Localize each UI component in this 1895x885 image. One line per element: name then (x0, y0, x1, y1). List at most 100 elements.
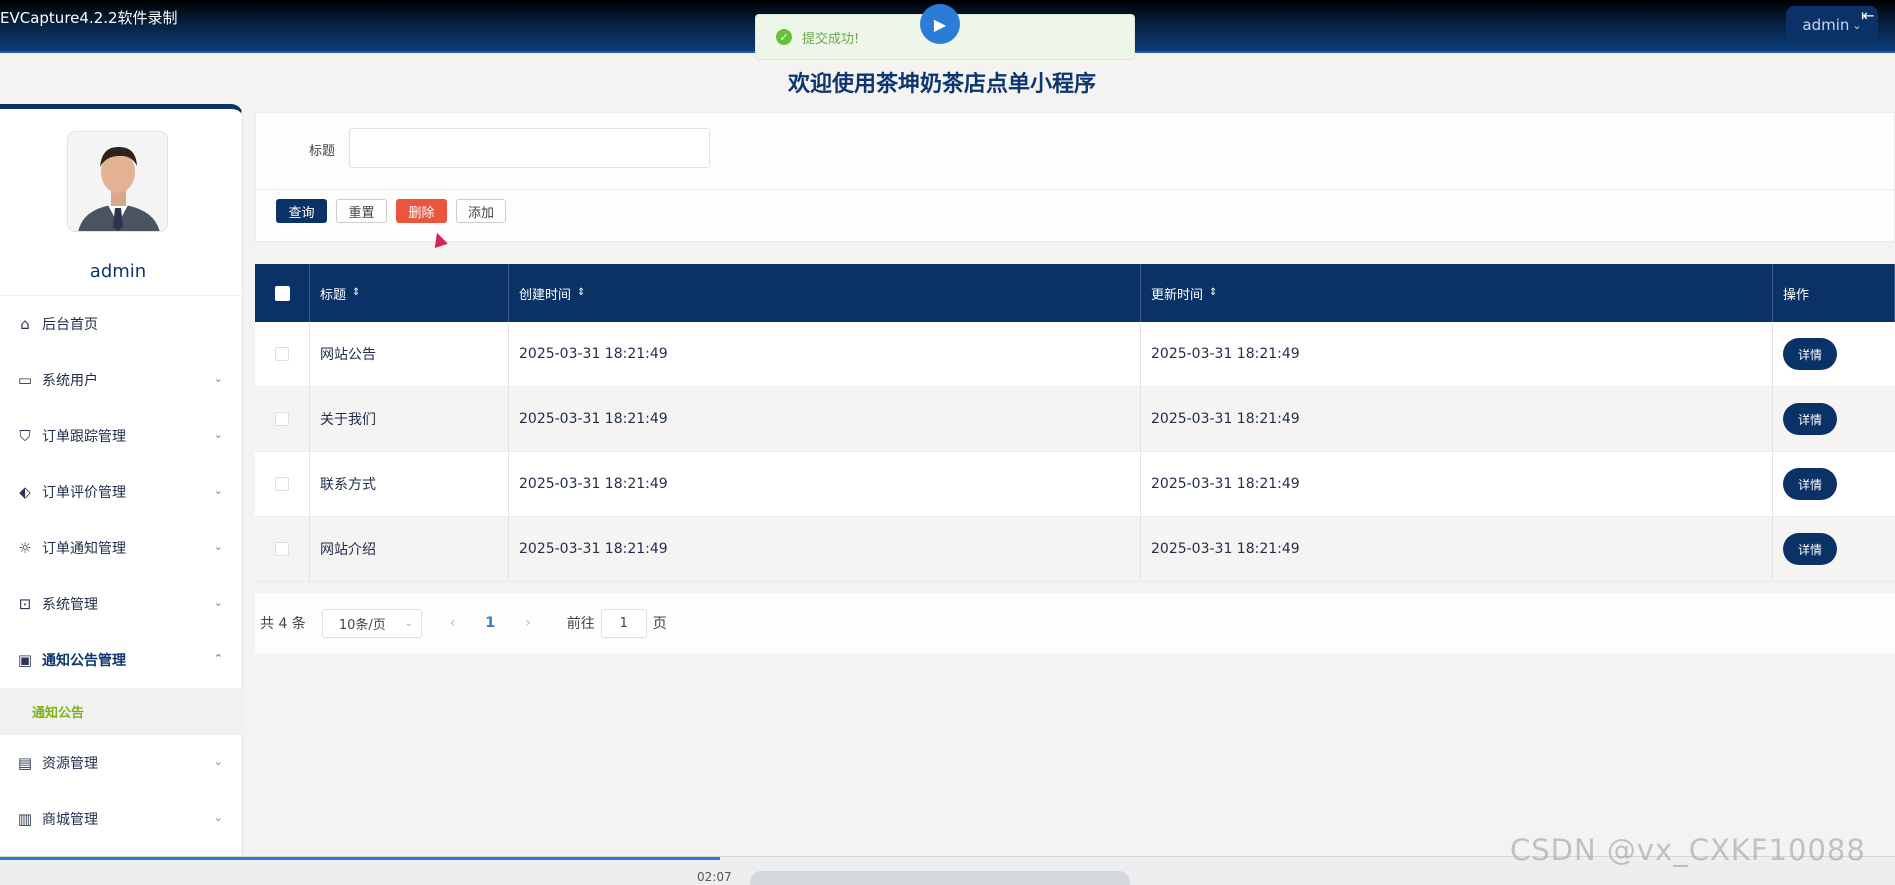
announcement-table: 标题 ⇕ 创建时间 ⇕ 更新时间 ⇕ 操作 网站公告 2025-03-31 18… (255, 264, 1895, 582)
divider (256, 189, 1895, 190)
inbox-icon: ⊡ (18, 595, 32, 613)
laptop-icon: ▭ (17, 371, 33, 389)
row-checkbox[interactable] (275, 477, 289, 491)
table-row: 关于我们 2025-03-31 18:21:49 2025-03-31 18:2… (255, 387, 1895, 452)
sidebar-item-home[interactable]: ⌂ 后台首页 (0, 296, 243, 352)
page-size-select[interactable]: 10条/页 ⌄ (321, 608, 422, 638)
goto-page-input[interactable]: 1 (600, 608, 647, 638)
sidebar-item-system-users[interactable]: ▭ 系统用户 ⌄ (0, 352, 243, 408)
chevron-down-icon: ⌄ (213, 484, 223, 497)
tag-icon: ⬖ (19, 483, 31, 501)
chevron-down-icon: ⌄ (213, 755, 223, 768)
sidebar-item-label: 商城管理 (42, 812, 98, 828)
column-header-label: 创建时间 (519, 287, 572, 303)
add-button[interactable]: 添加 (456, 199, 506, 223)
table-row: 网站公告 2025-03-31 18:21:49 2025-03-31 18:2… (255, 322, 1895, 387)
created-cell: 2025-03-31 18:21:49 (509, 517, 1141, 581)
sidebar-username: admin (89, 261, 147, 282)
row-checkbox[interactable] (275, 412, 289, 426)
page-suffix-label: 页 (652, 616, 667, 632)
watermark: CSDN @vx_CXKF10088 (1510, 833, 1866, 867)
sidebar-item-order-tracking[interactable]: ⛉ 订单跟踪管理 ⌄ (0, 408, 243, 464)
title-cell: 网站公告 (310, 322, 509, 386)
sidebar-item-order-notice[interactable]: ☼ 订单通知管理 ⌄ (0, 520, 243, 576)
page-size-value: 10条/页 (338, 617, 386, 633)
search-panel: 标题 查询 重置 删除 添加 (255, 112, 1895, 242)
chevron-down-icon: ⌄ (404, 617, 413, 629)
toast-message: 提交成功! (802, 31, 860, 47)
chevron-down-icon: ⌄ (213, 811, 223, 824)
chevron-up-icon: ⌃ (213, 652, 223, 665)
column-header-label: 操作 (1783, 287, 1810, 303)
detail-button[interactable]: 详情 (1783, 403, 1837, 435)
sidebar-item-label: 资源管理 (42, 756, 98, 772)
sidebar-item-label: 通知公告管理 (42, 653, 126, 669)
play-icon[interactable]: ▶ (920, 4, 960, 44)
collapse-icon[interactable]: ⇤ (1861, 6, 1874, 25)
row-checkbox[interactable] (275, 542, 289, 556)
archive-icon: ▥ (17, 810, 33, 828)
detail-button[interactable]: 详情 (1783, 533, 1837, 565)
sidebar-item-order-review[interactable]: ⬖ 订单评价管理 ⌄ (0, 464, 243, 520)
title-field-label: 标题 (309, 144, 336, 159)
title-search-input[interactable] (349, 128, 710, 168)
updated-cell: 2025-03-31 18:21:49 (1141, 322, 1773, 386)
home-icon: ⌂ (20, 315, 30, 333)
row-select-cell (255, 517, 310, 581)
total-count: 共 4 条 (260, 616, 306, 632)
chevron-down-icon: ⌄ (213, 428, 223, 441)
prev-page-icon[interactable]: ‹ (450, 615, 456, 631)
actions-cell: 详情 (1773, 517, 1895, 581)
actions-cell: 详情 (1773, 387, 1895, 451)
column-header-actions: 操作 (1773, 264, 1895, 322)
sidebar-item-label: 系统用户 (42, 373, 98, 389)
sun-icon: ☼ (18, 539, 32, 557)
detail-button[interactable]: 详情 (1783, 468, 1837, 500)
column-header-title[interactable]: 标题 ⇕ (310, 264, 509, 322)
delete-button[interactable]: 删除 (396, 199, 447, 223)
title-cell: 联系方式 (310, 452, 509, 516)
chevron-down-icon: ⌄ (213, 596, 223, 609)
sidebar-item-label: 系统管理 (42, 597, 98, 613)
check-circle-icon: ✓ (776, 29, 792, 45)
clipboard-icon: ▣ (17, 651, 33, 669)
chat-icon: ▤ (17, 754, 33, 772)
row-select-cell (255, 322, 310, 386)
actions-cell: 详情 (1773, 322, 1895, 386)
sidebar-item-label: 订单评价管理 (42, 485, 126, 501)
reset-button[interactable]: 重置 (336, 199, 387, 223)
sort-icon[interactable]: ⇕ (1209, 288, 1217, 298)
row-select-cell (255, 387, 310, 451)
column-header-updated[interactable]: 更新时间 ⇕ (1141, 264, 1773, 322)
sort-icon[interactable]: ⇕ (352, 288, 360, 298)
playback-time: 02:07 (697, 870, 732, 884)
select-all-checkbox[interactable] (274, 285, 290, 301)
recorder-label: EVCapture4.2.2软件录制 (0, 9, 178, 27)
avatar (67, 131, 168, 232)
sidebar-subitem-announcement[interactable]: 通知公告 (0, 688, 243, 735)
column-header-created[interactable]: 创建时间 ⇕ (509, 264, 1141, 322)
sort-icon[interactable]: ⇕ (577, 288, 585, 298)
sidebar-item-label: 订单通知管理 (42, 541, 126, 557)
row-checkbox[interactable] (275, 347, 289, 361)
row-select-cell (255, 452, 310, 516)
updated-cell: 2025-03-31 18:21:49 (1141, 452, 1773, 516)
title-cell: 关于我们 (310, 387, 509, 451)
sidebar-item-mall[interactable]: ▥ 商城管理 ⌄ (0, 791, 243, 847)
sidebar-menu: ⌂ 后台首页 ▭ 系统用户 ⌄ ⛉ 订单跟踪管理 ⌄ ⬖ 订单评价管理 ⌄ ☼ … (0, 295, 243, 847)
next-page-icon[interactable]: › (525, 615, 531, 631)
detail-button[interactable]: 详情 (1783, 338, 1837, 370)
player-controls[interactable] (750, 871, 1130, 885)
user-menu-label: admin (1802, 16, 1850, 34)
sidebar-item-resource[interactable]: ▤ 资源管理 ⌄ (0, 735, 243, 791)
actions-cell: 详情 (1773, 452, 1895, 516)
query-button[interactable]: 查询 (276, 199, 327, 223)
created-cell: 2025-03-31 18:21:49 (509, 322, 1141, 386)
sidebar: admin ⌂ 后台首页 ▭ 系统用户 ⌄ ⛉ 订单跟踪管理 ⌄ ⬖ 订单评价管… (0, 104, 243, 856)
sidebar-item-label: 订单跟踪管理 (42, 429, 126, 445)
sidebar-item-system-manage[interactable]: ⊡ 系统管理 ⌄ (0, 576, 243, 632)
page-number-current[interactable]: 1 (485, 615, 495, 631)
table-row: 联系方式 2025-03-31 18:21:49 2025-03-31 18:2… (255, 452, 1895, 517)
sidebar-item-announcement-manage[interactable]: ▣ 通知公告管理 ⌃ (0, 632, 243, 688)
playback-progress[interactable] (0, 857, 720, 860)
